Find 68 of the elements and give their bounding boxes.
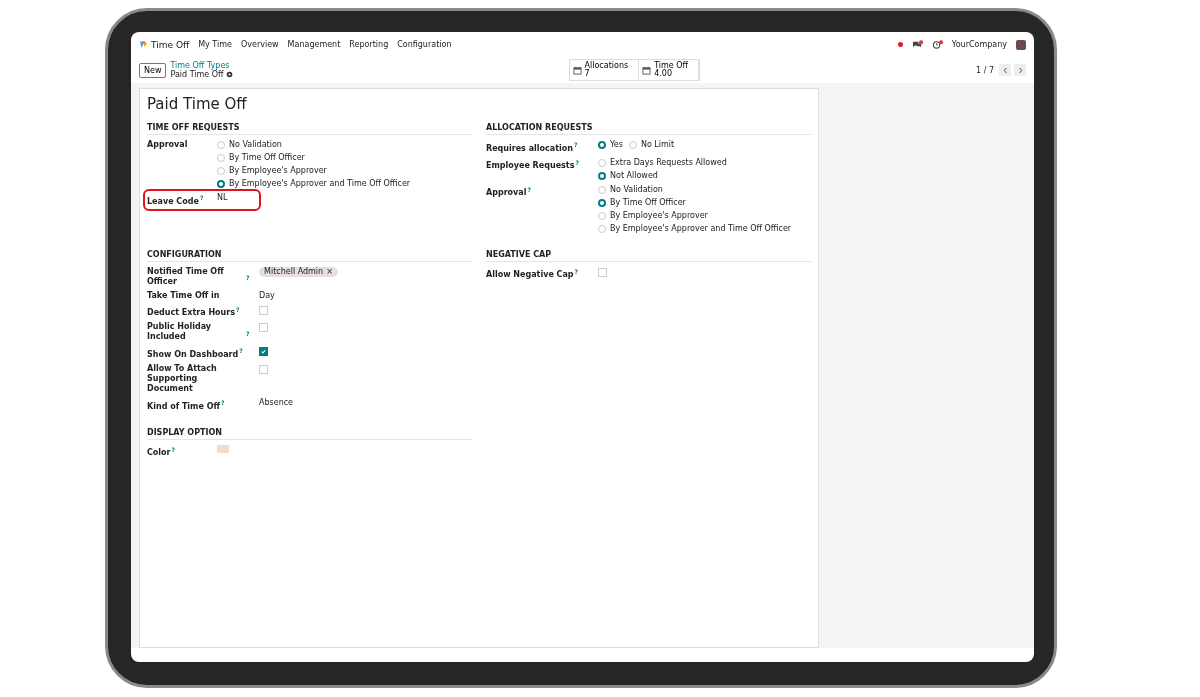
chat-icon[interactable]	[911, 40, 923, 49]
section-heading: DISPLAY OPTION	[147, 427, 473, 440]
chevron-right-icon	[1017, 66, 1023, 74]
radio-label[interactable]: No Limit	[640, 140, 675, 150]
section-heading: CONFIGURATION	[147, 249, 473, 262]
field-value[interactable]: NL	[217, 193, 228, 202]
radio-label[interactable]: By Time Off Officer	[610, 197, 686, 208]
radio-button[interactable]	[598, 141, 606, 149]
menu-item[interactable]: Reporting	[349, 40, 389, 49]
next-button[interactable]	[1014, 64, 1026, 76]
settings-icon[interactable]	[225, 71, 233, 78]
checkbox[interactable]	[259, 347, 268, 357]
field-value[interactable]: Absence	[259, 397, 294, 407]
field-label: Approval	[147, 140, 188, 150]
avatar-icon[interactable]	[1016, 39, 1026, 50]
remove-tag-button[interactable]: ×	[326, 266, 333, 277]
calendar-icon	[572, 65, 582, 75]
color-swatch[interactable]	[217, 444, 229, 453]
new-button[interactable]: New	[139, 62, 167, 78]
tag-label: Mitchell Admin	[264, 266, 324, 277]
field-value[interactable]: Day	[259, 290, 275, 300]
field-label: Approval	[486, 188, 527, 199]
radio-label[interactable]: Yes	[610, 140, 623, 150]
field-label: Requires allocation	[486, 143, 573, 154]
menu-item[interactable]: Management	[287, 40, 341, 49]
breadcrumb-link[interactable]: Time Off Types	[170, 61, 233, 70]
field-label: Employee Requests	[486, 161, 575, 172]
field-label: Color	[147, 448, 171, 459]
radio-label[interactable]: By Employee's Approver and Time Off Officer	[229, 179, 411, 189]
tag-chip[interactable]: Mitchell Admin ×	[259, 266, 338, 277]
record-name: Paid Time Off	[170, 70, 224, 79]
radio-button[interactable]	[598, 198, 606, 207]
menu-item[interactable]: My Time	[198, 40, 232, 49]
field-label: Deduct Extra Hours	[147, 308, 235, 319]
section-heading: ALLOCATION REQUESTS	[486, 123, 812, 135]
field-label: Kind of Time Off	[147, 401, 220, 412]
section-heading: TIME OFF REQUESTS	[147, 123, 473, 135]
radio-label[interactable]: Extra Days Requests Allowed	[610, 157, 727, 168]
field-label: Take Time Off in	[147, 290, 220, 301]
stat-button[interactable]: Time Off 4.00	[639, 60, 700, 80]
field-label: Allow To Attach Supporting Document	[147, 363, 218, 394]
previous-button[interactable]	[999, 64, 1011, 76]
chevron-left-icon	[1002, 66, 1008, 74]
radio-button[interactable]	[217, 180, 225, 188]
app-name[interactable]: Time Off	[151, 39, 190, 50]
radio-label[interactable]: No Validation	[229, 140, 282, 150]
app-logo-icon	[139, 40, 148, 49]
calendar-icon	[642, 65, 652, 75]
field-label: Notified Time Off Officer	[147, 266, 225, 287]
radio-label[interactable]: Not Allowed	[610, 170, 658, 181]
clock-icon[interactable]	[931, 40, 943, 49]
radio-label[interactable]: By Employee's Approver and Time Off Officer	[610, 223, 792, 234]
field-label: Allow Negative Cap	[486, 270, 574, 281]
radio-label[interactable]: By Employee's Approver	[610, 210, 708, 221]
field-label: Public Holiday Included	[147, 322, 213, 343]
field-label: Show On Dashboard	[147, 349, 239, 360]
field-label: Leave Code	[147, 196, 199, 207]
pager-value: 1 / 7	[976, 65, 994, 75]
radio-label[interactable]: By Employee's Approver	[229, 166, 327, 176]
status-dot-icon	[897, 42, 903, 47]
menu-item[interactable]: Configuration	[397, 40, 452, 49]
form-title: Paid Time Off	[147, 95, 248, 113]
section-heading: NEGATIVE CAP	[486, 249, 812, 262]
menu-item[interactable]: Overview	[240, 40, 279, 49]
radio-label[interactable]: By Time Off Officer	[229, 153, 305, 163]
company-name[interactable]: YourCompany	[951, 40, 1007, 49]
radio-label[interactable]: No Validation	[610, 184, 663, 195]
radio-button[interactable]	[598, 171, 606, 180]
